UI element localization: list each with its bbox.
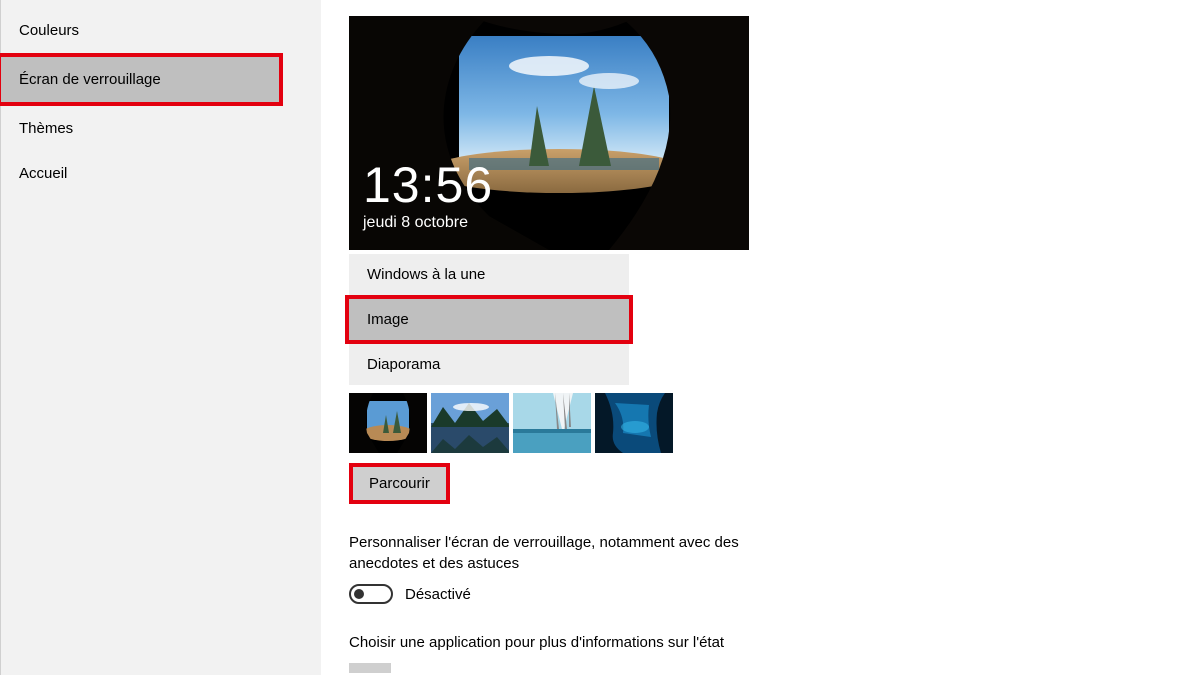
sidebar-item-home[interactable]: Accueil [1, 151, 321, 196]
sidebar-item-lockscreen[interactable]: Écran de verrouillage [1, 57, 279, 102]
lockscreen-time: 13:56 [363, 160, 493, 210]
sidebar-item-colors[interactable]: Couleurs [1, 8, 321, 53]
thumbnail-4[interactable] [595, 393, 673, 453]
thumbnail-3[interactable] [513, 393, 591, 453]
sidebar-item-label: Accueil [19, 165, 67, 182]
highlight-box: Parcourir [349, 463, 450, 504]
sidebar-item-label: Écran de verrouillage [19, 71, 161, 88]
bg-option-image[interactable]: Image [349, 299, 629, 340]
status-app-label: Choisir une application pour plus d'info… [349, 632, 789, 653]
toggle-knob [354, 589, 364, 599]
thumbnail-1[interactable] [349, 393, 427, 453]
lockscreen-date: jeudi 8 octobre [363, 214, 493, 232]
bg-option-spotlight[interactable]: Windows à la une [349, 254, 629, 295]
tips-label: Personnaliser l'écran de verrouillage, n… [349, 532, 789, 574]
sidebar-item-label: Couleurs [19, 22, 79, 39]
sidebar-item-label: Thèmes [19, 120, 73, 137]
browse-button-label: Parcourir [369, 475, 430, 492]
lockscreen-preview: 13:56 jeudi 8 octobre [349, 16, 749, 250]
thumbnail-2[interactable] [431, 393, 509, 453]
toggle-state-label: Désactivé [405, 586, 471, 603]
background-dropdown-list: Windows à la une Image Diaporama [349, 254, 629, 385]
bg-option-slideshow[interactable]: Diaporama [349, 344, 629, 385]
sidebar-item-themes[interactable]: Thèmes [1, 106, 321, 151]
main-content: 13:56 jeudi 8 octobre Windows à la une I… [321, 0, 1200, 675]
bg-option-label: Image [367, 311, 409, 328]
highlight-box: Écran de verrouillage [0, 53, 283, 106]
tips-toggle[interactable] [349, 584, 393, 604]
image-thumbnails [349, 393, 1172, 453]
bg-option-label: Windows à la une [367, 266, 485, 283]
status-app-button[interactable] [349, 663, 391, 673]
bg-option-label: Diaporama [367, 356, 440, 373]
highlight-box: Image [345, 295, 633, 344]
browse-button[interactable]: Parcourir [353, 467, 446, 500]
settings-sidebar: Couleurs Écran de verrouillage Thèmes Ac… [1, 0, 321, 675]
